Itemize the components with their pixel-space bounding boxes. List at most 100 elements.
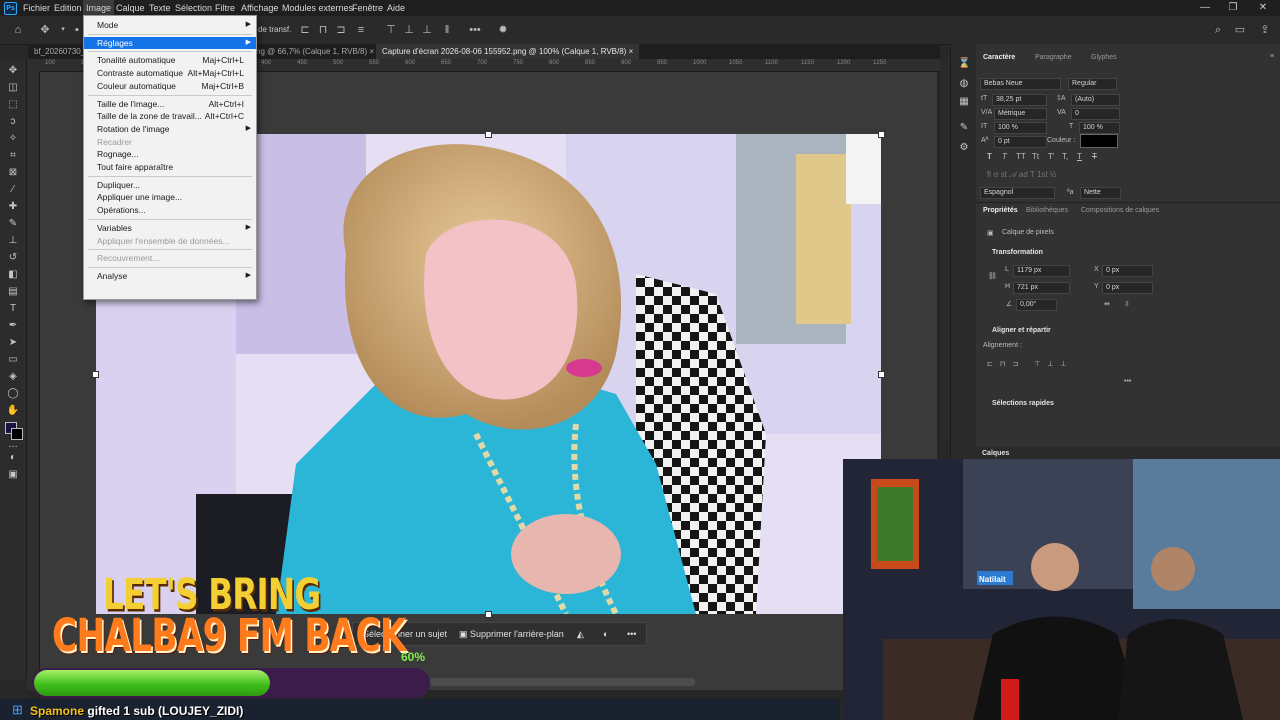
- text-color-swatch[interactable]: [1080, 134, 1118, 148]
- menu-item-taille-de-l-image[interactable]: Taille de l'image... Alt+Ctrl+I: [84, 98, 256, 110]
- font-family-select[interactable]: Bebas Neue: [980, 78, 1061, 90]
- menu-selection[interactable]: Sélection: [172, 0, 215, 16]
- pen-tool-icon[interactable]: ✒: [6, 319, 20, 333]
- auto-select-checkbox[interactable]: ▪: [70, 23, 84, 37]
- menu-item-tout-faire-apparaitre[interactable]: Tout faire apparaître: [84, 161, 256, 173]
- brush-panel-icon[interactable]: ✎: [958, 122, 970, 134]
- opentype-features[interactable]: ﬁ ơ st 𝒜 ad T 1st ½: [987, 170, 1056, 180]
- move-tool-icon[interactable]: ✥: [6, 64, 20, 78]
- menu-item-rotation-de-l-image[interactable]: Rotation de l'image ▶: [84, 123, 256, 135]
- share-icon[interactable]: ⇪: [1258, 23, 1272, 37]
- menu-item-rognage[interactable]: Rognage...: [84, 148, 256, 160]
- menu-edition[interactable]: Edition: [51, 0, 85, 16]
- marquee-tool-icon[interactable]: ⬚: [6, 98, 20, 112]
- transform-handle[interactable]: [485, 611, 492, 618]
- menu-item-reglages[interactable]: Réglages ▶: [84, 36, 256, 49]
- frame-tool-icon[interactable]: ⊠: [6, 166, 20, 180]
- search-icon[interactable]: ⌕: [1211, 23, 1225, 37]
- antialias-select[interactable]: Nette: [1080, 187, 1121, 199]
- hand-tool-icon[interactable]: ✋: [6, 404, 20, 418]
- align-bottom-icon[interactable]: ⊥: [420, 23, 434, 37]
- menu-item-dupliquer[interactable]: Dupliquer...: [84, 179, 256, 191]
- screen-mode-icon[interactable]: ▣: [6, 468, 20, 482]
- font-style-select[interactable]: Regular: [1068, 78, 1117, 90]
- transform-handle[interactable]: [485, 131, 492, 138]
- vertical-scrollbar[interactable]: [940, 60, 950, 440]
- tab-document-2[interactable]: ng @ 66,7% (Calque 1, RVB/8) ×: [250, 44, 380, 59]
- eraser-icon[interactable]: ◧: [6, 268, 20, 282]
- adjust-icon[interactable]: ◐: [603, 626, 608, 642]
- more-align-button[interactable]: •••: [1124, 378, 1131, 385]
- menu-calque[interactable]: Calque: [113, 0, 148, 16]
- history-icon[interactable]: ⌛: [958, 58, 970, 70]
- transform-handle[interactable]: [92, 371, 99, 378]
- faux-italic-button[interactable]: T: [1002, 152, 1007, 161]
- tab-proprietes[interactable]: Propriétés: [983, 204, 1018, 218]
- maximize-button[interactable]: ❐: [1218, 0, 1248, 16]
- stamp-tool-icon[interactable]: ⊥: [6, 234, 20, 248]
- panel-menu-icon[interactable]: ≡: [1270, 53, 1274, 60]
- chevron-down-icon[interactable]: ▾: [56, 23, 70, 37]
- kerning-field[interactable]: Métrique: [994, 108, 1047, 120]
- angle-field[interactable]: 0,00°: [1016, 299, 1057, 311]
- align-left-icon[interactable]: ⊏: [298, 23, 312, 37]
- tab-bibliotheques[interactable]: Bibliothèques: [1026, 204, 1068, 218]
- font-size-field[interactable]: 38,25 pt: [992, 94, 1047, 106]
- underline-button[interactable]: T: [1077, 152, 1082, 161]
- subscript-button[interactable]: T,: [1062, 152, 1068, 161]
- small-caps-button[interactable]: Tt: [1032, 152, 1039, 161]
- menu-filtre[interactable]: Filtre: [212, 0, 238, 16]
- tab-document-1[interactable]: bf_20260730_: [28, 44, 91, 59]
- windows-start-icon[interactable]: ⊞: [12, 702, 23, 718]
- transformation-section-title[interactable]: Transformation: [992, 249, 1043, 256]
- menu-image[interactable]: Image: [83, 0, 115, 16]
- background-color-swatch[interactable]: [11, 428, 23, 440]
- quick-selections-title[interactable]: Sélections rapides: [992, 400, 1054, 407]
- close-tab-icon[interactable]: ×: [369, 47, 374, 56]
- menu-fichier[interactable]: Fichier: [20, 0, 53, 16]
- menu-item-appliquer-une-image[interactable]: Appliquer une image...: [84, 191, 256, 203]
- align-right-icon[interactable]: ⊐: [334, 23, 348, 37]
- tracking-field[interactable]: 0: [1071, 108, 1120, 120]
- menu-item-couleur-automatique[interactable]: Couleur automatique Maj+Ctrl+B: [84, 80, 256, 92]
- strikethrough-button[interactable]: T: [1092, 152, 1097, 161]
- menu-aide[interactable]: Aide: [384, 0, 408, 16]
- more-options-icon[interactable]: •••: [468, 23, 482, 37]
- magic-wand-icon[interactable]: ✧: [6, 132, 20, 146]
- minimize-button[interactable]: —: [1190, 0, 1220, 16]
- tab-compositions[interactable]: Compositions de calques: [1081, 204, 1159, 218]
- flip-horizontal-icon[interactable]: ⇹: [1104, 300, 1110, 308]
- close-tab-icon[interactable]: ×: [629, 47, 634, 56]
- width-field[interactable]: 1179 px: [1013, 265, 1070, 277]
- eyedropper-icon[interactable]: ⁄: [6, 183, 20, 197]
- tab-document-active[interactable]: Capture d'écran 2026-08-06 155952.png @ …: [376, 44, 640, 59]
- link-icon[interactable]: ⛓: [988, 272, 997, 280]
- path-selection-icon[interactable]: ➤: [6, 336, 20, 350]
- shape-icon[interactable]: ◭: [577, 626, 584, 642]
- adjustments-icon[interactable]: ⚙: [958, 142, 970, 154]
- horizontal-scale-field[interactable]: 100 %: [1079, 122, 1120, 134]
- artboard-tool-icon[interactable]: ◫: [6, 81, 20, 95]
- gear-icon[interactable]: ✹: [496, 23, 510, 37]
- tab-paragraphe[interactable]: Paragraphe: [1035, 51, 1072, 65]
- menu-item-variables[interactable]: Variables ▶: [84, 222, 256, 234]
- menu-item-analyse[interactable]: Analyse ▶: [84, 270, 256, 282]
- transform-handle[interactable]: [878, 371, 885, 378]
- menu-item-taille-de-la-zone-de-travail[interactable]: Taille de la zone de travail... Alt+Ctrl+…: [84, 110, 256, 122]
- language-select[interactable]: Espagnol: [980, 187, 1055, 199]
- menu-affichage[interactable]: Affichage: [238, 0, 281, 16]
- superscript-button[interactable]: T': [1048, 152, 1054, 161]
- brush-tool-icon[interactable]: ✎: [6, 217, 20, 231]
- history-brush-icon[interactable]: ↺: [6, 251, 20, 265]
- more-options-button[interactable]: •••: [627, 626, 636, 642]
- menu-item-tonalite-automatique[interactable]: Tonalité automatique Maj+Ctrl+L: [84, 54, 256, 66]
- menu-modules-externes[interactable]: Modules externes: [279, 0, 356, 16]
- baseline-field[interactable]: 0 pt: [994, 136, 1047, 148]
- tab-glyphes[interactable]: Glyphes: [1091, 51, 1117, 65]
- lasso-tool-icon[interactable]: ↄ: [6, 115, 20, 129]
- tab-caractere[interactable]: Caractère: [983, 51, 1015, 65]
- quick-mask-icon[interactable]: ◐: [6, 451, 20, 465]
- flip-vertical-icon[interactable]: ⇳: [1124, 300, 1130, 308]
- rectangle-tool-icon[interactable]: ▭: [6, 353, 20, 367]
- align-section-title[interactable]: Aligner et répartir: [992, 327, 1051, 334]
